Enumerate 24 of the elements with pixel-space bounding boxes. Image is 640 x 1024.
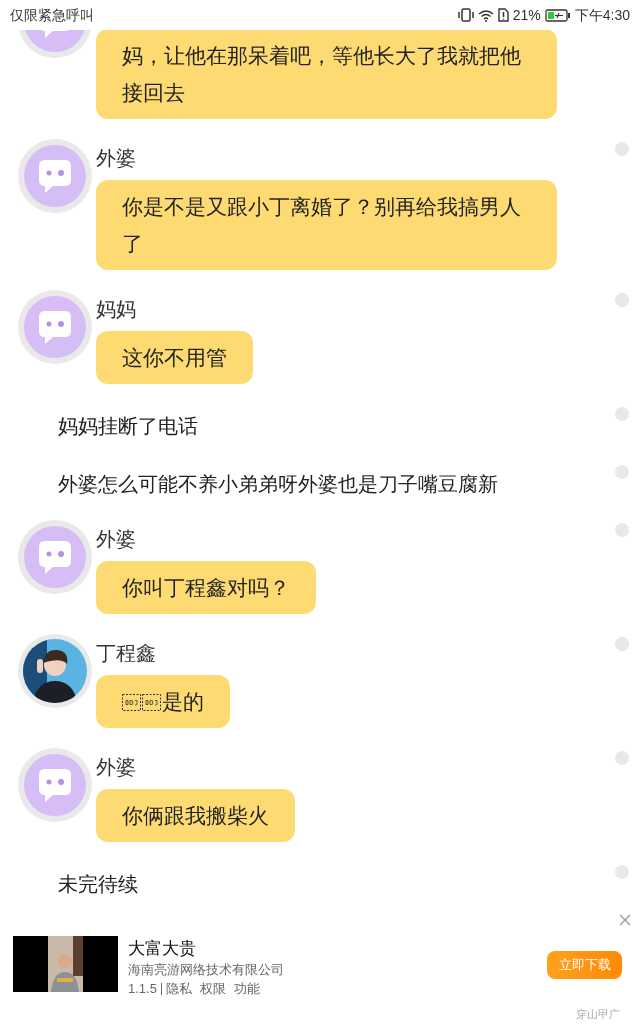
- message-bubble: 妈，让他在那呆着吧，等他长大了我就把他接回去: [96, 29, 557, 119]
- version-text: 1.1.5: [128, 980, 157, 998]
- sender-name: 外婆: [96, 146, 136, 171]
- sender-name: 丁程鑫: [96, 641, 156, 666]
- ad-company: 海南亮游网络技术有限公司: [128, 961, 284, 979]
- narration-text: 外婆怎么可能不养小弟弟呀外婆也是刀子嘴豆腐新: [58, 473, 498, 495]
- ad-link[interactable]: 功能: [233, 980, 260, 998]
- message-bubble: 这你不用管: [96, 331, 253, 384]
- message-bubble: 你是不是又跟小丁离婚了？别再给我搞男人了: [96, 180, 557, 270]
- ad-brand-text: 穿山甲广: [576, 1006, 620, 1022]
- battery-percent: 21%: [512, 5, 541, 25]
- clock-text: 下午4:30: [574, 5, 630, 25]
- carrier-text: 仅限紧急呼叫: [10, 5, 94, 25]
- sender-name: 妈妈: [96, 297, 136, 322]
- ad-title: 大富大贵: [128, 938, 197, 960]
- narration-text: 未完待续: [58, 873, 138, 895]
- message-bubble: 是的: [96, 675, 230, 728]
- ad-link[interactable]: 隐私: [165, 980, 192, 998]
- sender-name: 外婆: [96, 755, 136, 780]
- message-bubble: 你叫丁程鑫对吗？: [96, 561, 316, 614]
- sender-name: 外婆: [96, 527, 136, 552]
- message-bubble: 你俩跟我搬柴火: [96, 789, 295, 842]
- ad-link[interactable]: 权限: [199, 980, 226, 998]
- narration-text: 妈妈挂断了电话: [58, 415, 198, 437]
